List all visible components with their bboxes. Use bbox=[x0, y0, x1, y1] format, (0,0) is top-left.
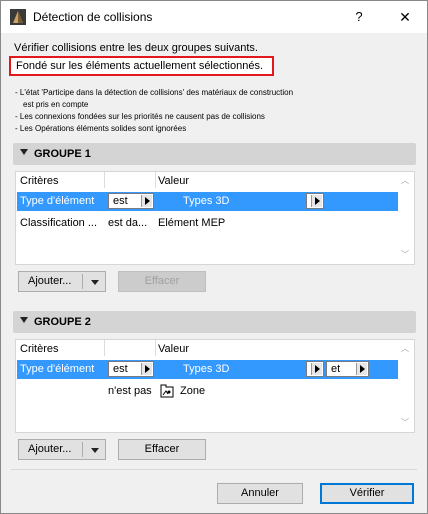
group1-criteria-table: Critères Valeur Type d'élément est Types… bbox=[15, 171, 415, 265]
value-cell: Types 3D bbox=[183, 363, 230, 375]
value-dropdown[interactable] bbox=[306, 361, 324, 377]
column-separator bbox=[104, 172, 105, 188]
criteria-column-header[interactable]: Critères bbox=[20, 175, 59, 187]
scroll-down-icon[interactable]: ﹀ bbox=[400, 418, 410, 428]
column-separator bbox=[155, 340, 156, 356]
group2-header[interactable]: GROUPE 2 bbox=[13, 311, 416, 333]
selection-basis-text: Fondé sur les éléments actuellement séle… bbox=[16, 60, 264, 72]
table-row[interactable]: Type d'élément est Types 3D et bbox=[17, 360, 398, 379]
note-line: - Les connexions fondées sur les priorit… bbox=[15, 112, 265, 121]
split-separator bbox=[82, 442, 83, 457]
help-button[interactable]: ? bbox=[345, 6, 373, 28]
title-bar: Détection de collisions ? ✕ bbox=[1, 1, 427, 33]
table-row[interactable]: n'est pas Zone bbox=[17, 382, 398, 401]
criteria-cell: Type d'élément bbox=[20, 363, 95, 375]
value-dropdown[interactable] bbox=[306, 193, 324, 209]
add-label: Ajouter... bbox=[28, 275, 72, 287]
value-cell: Elément MEP bbox=[158, 217, 226, 229]
operator-dropdown[interactable]: est bbox=[108, 361, 154, 377]
selection-basis-box: Fondé sur les éléments actuellement séle… bbox=[9, 56, 274, 76]
dropdown-arrow-icon bbox=[141, 195, 152, 207]
note-line: - L'état 'Participe dans la détection de… bbox=[15, 88, 294, 97]
disclosure-triangle-icon bbox=[20, 149, 28, 155]
operator-value: est bbox=[113, 363, 128, 375]
column-separator bbox=[104, 340, 105, 356]
operator-cell: est da... bbox=[108, 217, 148, 229]
group1-header[interactable]: GROUPE 1 bbox=[13, 143, 416, 165]
group1-title: GROUPE 1 bbox=[34, 148, 91, 160]
check-button[interactable]: Vérifier bbox=[320, 483, 414, 504]
group2-title: GROUPE 2 bbox=[34, 316, 91, 328]
operator-dropdown[interactable]: est bbox=[108, 193, 154, 209]
disclosure-triangle-icon bbox=[20, 317, 28, 323]
criteria-column-header[interactable]: Critères bbox=[20, 343, 59, 355]
split-separator bbox=[82, 274, 83, 289]
dropdown-arrow-icon bbox=[311, 195, 322, 207]
collision-detection-dialog: Détection de collisions ? ✕ Vérifier col… bbox=[0, 0, 428, 514]
group1-clear-button[interactable]: Effacer bbox=[118, 271, 206, 292]
close-button[interactable]: ✕ bbox=[391, 6, 419, 28]
chevron-down-icon[interactable] bbox=[91, 280, 99, 285]
scroll-up-icon[interactable]: ︿ bbox=[400, 344, 410, 354]
window-title: Détection de collisions bbox=[33, 10, 153, 24]
column-separator bbox=[155, 172, 156, 188]
zone-icon bbox=[160, 384, 174, 398]
group2-add-button[interactable]: Ajouter... bbox=[18, 439, 106, 460]
criteria-cell: Classification ... bbox=[20, 217, 98, 229]
scroll-up-icon[interactable]: ︿ bbox=[400, 176, 410, 186]
criteria-cell: Type d'élément bbox=[20, 195, 95, 207]
add-label: Ajouter... bbox=[28, 443, 72, 455]
logic-value: et bbox=[331, 363, 341, 375]
app-icon bbox=[10, 9, 26, 25]
notes: - L'état 'Participe dans la détection de… bbox=[15, 87, 293, 135]
value-cell: Types 3D bbox=[183, 195, 230, 207]
table-row[interactable]: Classification ... est da... Elément MEP bbox=[17, 214, 398, 233]
logic-dropdown[interactable]: et bbox=[326, 361, 369, 377]
value-cell: Zone bbox=[180, 385, 206, 397]
group2-clear-button[interactable]: Effacer bbox=[118, 439, 206, 460]
intro-text: Vérifier collisions entre les deux group… bbox=[14, 42, 258, 54]
scroll-down-icon[interactable]: ﹀ bbox=[400, 250, 410, 260]
scrollbar[interactable]: ︿ ﹀ bbox=[398, 172, 412, 264]
operator-cell: n'est pas bbox=[108, 385, 152, 397]
operator-value: est bbox=[113, 195, 128, 207]
value-column-header[interactable]: Valeur bbox=[158, 175, 189, 187]
chevron-down-icon[interactable] bbox=[91, 448, 99, 453]
value-column-header[interactable]: Valeur bbox=[158, 343, 189, 355]
dropdown-arrow-icon bbox=[311, 363, 322, 375]
cancel-button[interactable]: Annuler bbox=[217, 483, 303, 504]
note-line: - Les Opérations éléments solides sont i… bbox=[15, 124, 187, 133]
footer-separator bbox=[11, 469, 417, 470]
table-row[interactable]: Type d'élément est Types 3D bbox=[17, 192, 398, 211]
group2-criteria-table: Critères Valeur Type d'élément est Types… bbox=[15, 339, 415, 433]
dropdown-arrow-icon bbox=[356, 363, 367, 375]
dropdown-arrow-icon bbox=[141, 363, 152, 375]
note-line: est pris en compte bbox=[23, 100, 89, 109]
scrollbar[interactable]: ︿ ﹀ bbox=[398, 340, 412, 432]
group1-add-button[interactable]: Ajouter... bbox=[18, 271, 106, 292]
